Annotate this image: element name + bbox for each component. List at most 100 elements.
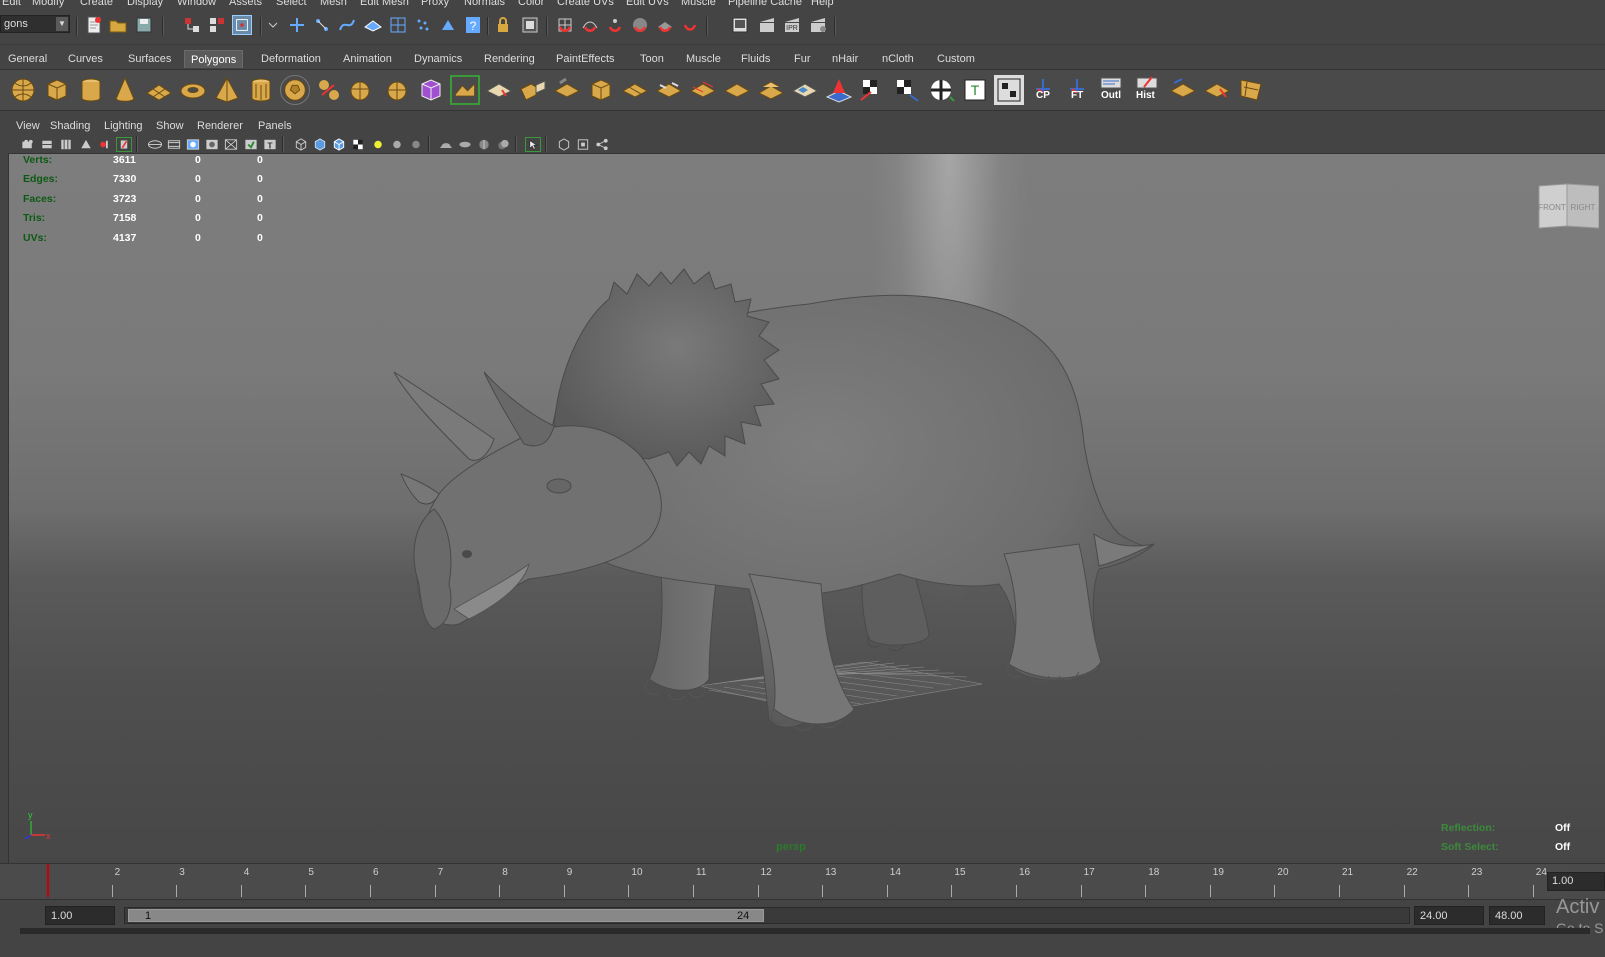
frame-selected-icon[interactable]: [575, 137, 591, 152]
poly-tool-1-icon[interactable]: [1168, 75, 1198, 105]
time-ruler[interactable]: 2 3 4 5 6 7 8 9 10 11 12 13 14 15 16 17 18 19 20 21 22 23 24: [0, 864, 1568, 897]
select-by-handle-icon[interactable]: [287, 15, 307, 35]
previous-view-icon[interactable]: [39, 137, 55, 152]
separate-icon[interactable]: [348, 75, 378, 105]
automatic-mapping-icon[interactable]: T: [960, 75, 990, 105]
poly-plane-icon[interactable]: [144, 75, 174, 105]
render-frame-icon[interactable]: [757, 15, 777, 35]
highlight-selection-icon[interactable]: [520, 15, 540, 35]
select-by-deformation-icon[interactable]: [388, 15, 408, 35]
poly-pyramid-icon[interactable]: [212, 75, 242, 105]
range-start-field[interactable]: 1.00: [45, 906, 115, 925]
make-live-icon[interactable]: [655, 15, 675, 35]
menu-modify[interactable]: Modify: [32, 0, 64, 8]
view-cube[interactable]: FRONT RIGHT: [1537, 182, 1599, 232]
time-slider[interactable]: 2 3 4 5 6 7 8 9 10 11 12 13 14 15 16 17 18 19 20 21 22 23 24 1…: [0, 863, 1605, 899]
playback-range-bar[interactable]: 1 24: [124, 907, 1410, 924]
tab-dynamics[interactable]: Dynamics: [408, 50, 468, 68]
insert-edge-loop-icon[interactable]: [654, 75, 684, 105]
split-polygon-icon[interactable]: [620, 75, 650, 105]
extrude-icon[interactable]: [484, 75, 514, 105]
menu-help[interactable]: Help: [811, 0, 834, 8]
select-hierarchy-icon[interactable]: [182, 15, 202, 35]
poke-face-icon[interactable]: [824, 75, 854, 105]
tab-muscle[interactable]: Muscle: [680, 50, 727, 68]
frame-all-icon[interactable]: [556, 137, 572, 152]
menu-mesh[interactable]: Mesh: [320, 0, 347, 8]
viewcube-front-label[interactable]: FRONT: [1538, 203, 1566, 212]
snap-to-mesh-icon[interactable]: [680, 15, 700, 35]
tab-ncloth[interactable]: nCloth: [876, 50, 920, 68]
poly-cylinder-icon[interactable]: [76, 75, 106, 105]
append-to-polygon-icon[interactable]: [552, 75, 582, 105]
cylindrical-mapping-icon[interactable]: [892, 75, 922, 105]
bridge-icon[interactable]: [518, 75, 548, 105]
tab-surfaces[interactable]: Surfaces: [122, 50, 177, 68]
current-time-marker[interactable]: [47, 864, 49, 897]
tab-fluids[interactable]: Fluids: [735, 50, 776, 68]
snap-to-point-icon[interactable]: [605, 15, 625, 35]
slide-edge-icon[interactable]: [722, 75, 752, 105]
help-icon[interactable]: ?: [463, 15, 483, 35]
menu-display[interactable]: Display: [127, 0, 163, 8]
textured-icon[interactable]: [350, 137, 366, 152]
new-scene-icon[interactable]: [84, 15, 104, 35]
uv-texture-editor-icon[interactable]: [994, 75, 1024, 105]
tab-toon[interactable]: Toon: [634, 50, 670, 68]
menu-color[interactable]: Color: [518, 0, 544, 8]
menu-pipeline-cache[interactable]: Pipeline Cache: [728, 0, 802, 8]
ipr-render-icon[interactable]: IPR: [782, 15, 802, 35]
triceratops-model[interactable]: [9, 154, 1605, 863]
gate-mask-icon[interactable]: [204, 137, 220, 152]
select-camera-icon[interactable]: [20, 137, 36, 152]
snap-to-grid-icon[interactable]: [555, 15, 575, 35]
save-scene-icon[interactable]: [134, 15, 154, 35]
menu-set-select[interactable]: gons ▼: [0, 15, 70, 33]
snap-to-view-plane-icon[interactable]: [630, 15, 650, 35]
select-by-dynamic-icon[interactable]: [413, 15, 433, 35]
select-component-icon[interactable]: [232, 15, 252, 35]
xray-components-icon[interactable]: [495, 137, 511, 152]
offset-edge-loop-icon[interactable]: [688, 75, 718, 105]
shadows-icon[interactable]: [408, 137, 424, 152]
select-highlight-icon[interactable]: [525, 137, 541, 152]
extract-icon[interactable]: [382, 75, 412, 105]
menu-normals[interactable]: Normals: [464, 0, 505, 8]
xray-joints-icon[interactable]: [476, 137, 492, 152]
menu-create[interactable]: Create: [80, 0, 113, 8]
menu-edit-uvs[interactable]: Edit UVs: [626, 0, 669, 8]
field-chart-icon[interactable]: [223, 137, 239, 152]
tab-nhair[interactable]: nHair: [826, 50, 864, 68]
isolate-select-icon[interactable]: [438, 137, 454, 152]
smooth-proxy-icon[interactable]: [416, 75, 446, 105]
smooth-shading-icon[interactable]: [312, 137, 328, 152]
panel-menu-lighting[interactable]: Lighting: [104, 120, 143, 132]
viewcube-right-label[interactable]: RIGHT: [1571, 203, 1596, 212]
poly-tool-2-icon[interactable]: [1202, 75, 1232, 105]
poly-torus-icon[interactable]: [178, 75, 208, 105]
panel-menu-panels[interactable]: Panels: [258, 120, 292, 132]
tab-curves[interactable]: Curves: [62, 50, 109, 68]
select-by-rendering-icon[interactable]: [438, 15, 458, 35]
tab-general[interactable]: General: [2, 50, 53, 68]
chevron-down-icon[interactable]: ▼: [56, 17, 68, 31]
lock-selection-icon[interactable]: [493, 15, 513, 35]
wireframe-shading-icon[interactable]: [293, 137, 309, 152]
menu-select[interactable]: Select: [276, 0, 307, 8]
panel-menu-show[interactable]: Show: [156, 120, 184, 132]
panel-menu-view[interactable]: View: [16, 120, 40, 132]
film-gate-icon[interactable]: [166, 137, 182, 152]
menu-edit[interactable]: Edit: [2, 0, 21, 8]
select-object-icon[interactable]: [207, 15, 227, 35]
render-view-icon[interactable]: [730, 15, 750, 35]
poly-cube-icon[interactable]: [42, 75, 72, 105]
wireframe-on-shaded-icon[interactable]: [331, 137, 347, 152]
open-scene-icon[interactable]: [108, 15, 128, 35]
tab-deformation[interactable]: Deformation: [255, 50, 327, 68]
poly-pipe-icon[interactable]: [246, 75, 276, 105]
menu-assets[interactable]: Assets: [229, 0, 262, 8]
panel-menu-shading[interactable]: Shading: [50, 120, 90, 132]
range-end-field[interactable]: 24.00: [1414, 906, 1484, 925]
current-frame-field[interactable]: 1.00: [1547, 872, 1605, 891]
chevron-down-icon[interactable]: [263, 15, 283, 35]
